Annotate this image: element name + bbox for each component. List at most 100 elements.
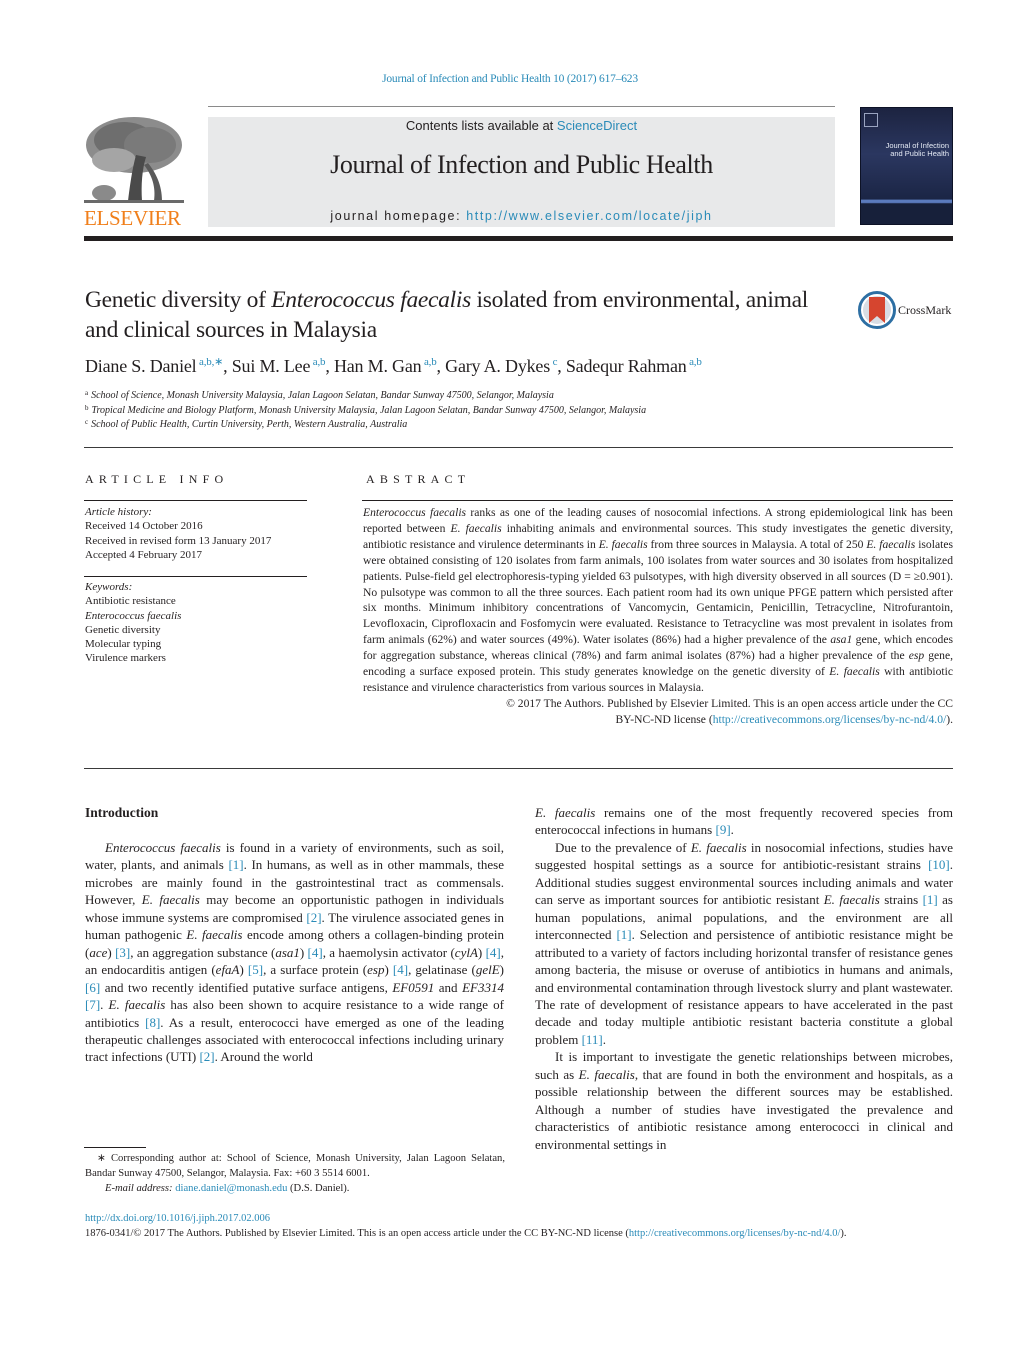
italic-term: cylA bbox=[454, 944, 478, 960]
citation-link[interactable]: [1] bbox=[923, 892, 938, 907]
masthead-rule bbox=[84, 236, 953, 241]
elsevier-wordmark: ELSEVIER bbox=[84, 206, 181, 230]
affiliation-marker[interactable]: a,b bbox=[310, 356, 326, 368]
elsevier-tree-icon bbox=[84, 115, 184, 205]
keyword-item: Antibiotic resistance bbox=[85, 595, 176, 608]
italic-term: asa1 bbox=[275, 944, 300, 960]
citation-link[interactable]: [2] bbox=[199, 1049, 214, 1064]
italic-term: E. faecalis bbox=[823, 892, 880, 908]
text-run: remains one of the most frequently recov… bbox=[535, 805, 953, 838]
crossmark-button[interactable]: CrossMark bbox=[858, 291, 958, 331]
affiliation-key: a bbox=[85, 389, 89, 397]
citation-link[interactable]: [9] bbox=[716, 822, 731, 837]
header-rule bbox=[208, 106, 835, 107]
journal-banner: Contents lists available at ScienceDirec… bbox=[208, 117, 835, 227]
affiliation-marker[interactable]: a,b bbox=[687, 356, 702, 368]
contents-line: Contents lists available at ScienceDirec… bbox=[208, 118, 835, 133]
italic-term: esp bbox=[908, 649, 925, 663]
text-run: . Around the world bbox=[214, 1049, 313, 1065]
author-name[interactable]: Han M. Gan bbox=[334, 356, 422, 376]
section-rule bbox=[84, 768, 953, 769]
body-column-left: Enterococcus faecalis is found in a vari… bbox=[85, 839, 504, 1066]
text-run: , an aggregation substance ( bbox=[130, 944, 276, 960]
homepage-link[interactable]: http://www.elsevier.com/locate/jiph bbox=[466, 209, 712, 223]
citation-link[interactable]: [4] bbox=[486, 945, 501, 960]
citation-link[interactable]: [10] bbox=[928, 857, 950, 872]
copyright-text: ). bbox=[946, 712, 953, 726]
affiliation-list: a School of Science, Monash University Ma… bbox=[85, 389, 945, 433]
email-link[interactable]: diane.daniel@monash.edu bbox=[175, 1183, 287, 1194]
author-name[interactable]: Gary A. Dykes bbox=[445, 356, 550, 376]
elsevier-logo[interactable]: ELSEVIER bbox=[84, 115, 184, 230]
citation-link[interactable]: [2] bbox=[306, 910, 321, 925]
cover-emblem-icon bbox=[864, 113, 878, 127]
text-run: ) bbox=[477, 944, 486, 960]
sciencedirect-link[interactable]: ScienceDirect bbox=[557, 118, 637, 133]
journal-cover-image[interactable]: Journal of Infection and Public Health bbox=[860, 107, 953, 225]
text-run: , a surface protein ( bbox=[263, 962, 368, 978]
italic-term: E. faecalis bbox=[108, 997, 166, 1013]
author-separator: , bbox=[223, 356, 232, 376]
citation-link[interactable]: [4] bbox=[308, 945, 323, 960]
history-item: Received in revised form 13 January 2017 bbox=[85, 534, 272, 547]
citation-link[interactable]: [3] bbox=[115, 945, 130, 960]
citation-link[interactable]: [4] bbox=[393, 962, 408, 977]
keyword-item: Genetic diversity bbox=[85, 623, 161, 636]
cover-title: Journal of Infection and Public Health bbox=[874, 142, 949, 158]
license-link[interactable]: http://creativecommons.org/licenses/by-n… bbox=[629, 1228, 841, 1239]
info-rule bbox=[84, 500, 307, 501]
text-run: and bbox=[434, 979, 463, 995]
author-name[interactable]: Diane S. Daniel bbox=[85, 356, 197, 376]
footnote-rule bbox=[84, 1147, 146, 1148]
author-name[interactable]: Sui M. Lee bbox=[232, 356, 311, 376]
italic-term: EF3314 bbox=[462, 979, 504, 995]
citation-link[interactable]: [11] bbox=[582, 1032, 603, 1047]
text-run: . Selection and persistence of antibioti… bbox=[535, 927, 954, 1047]
abstract-copyright: © 2017 The Authors. Published by Elsevie… bbox=[363, 696, 953, 728]
citation-link[interactable]: [5] bbox=[248, 962, 263, 977]
crossmark-icon bbox=[858, 291, 896, 329]
italic-term: gelE bbox=[475, 962, 500, 978]
footnote-marker: ∗ bbox=[97, 1153, 106, 1164]
citation-link[interactable]: [1] bbox=[616, 927, 631, 942]
affiliation-text: School of Public Health, Curtin Universi… bbox=[91, 419, 408, 430]
abstract-paragraph: Enterococcus faecalis ranks as one of th… bbox=[363, 505, 953, 696]
author-list: Diane S. Daniel a,b,∗, Sui M. Lee a,b, H… bbox=[85, 356, 945, 377]
italic-term: E. faecalis bbox=[450, 521, 502, 535]
affiliation-text: Tropical Medicine and Biology Platform, … bbox=[91, 404, 647, 416]
affiliation-item: a School of Science, Monash University Ma… bbox=[85, 389, 945, 404]
citation-link[interactable]: [6] bbox=[85, 980, 100, 995]
section-rule bbox=[84, 447, 953, 448]
contents-prefix: Contents lists available at bbox=[405, 118, 557, 133]
author-separator: , bbox=[436, 356, 446, 376]
affiliation-marker[interactable]: a,b bbox=[421, 356, 437, 368]
affiliation-marker[interactable]: a,b,∗ bbox=[196, 356, 223, 368]
affiliation-key: c bbox=[85, 418, 89, 426]
doi-link[interactable]: http://dx.doi.org/10.1016/j.jiph.2017.02… bbox=[85, 1213, 270, 1224]
body-paragraph: Enterococcus faecalis is found in a vari… bbox=[85, 839, 504, 1066]
text-run: , gelatinase ( bbox=[408, 962, 476, 978]
italic-term: Enterococcus faecalis bbox=[363, 506, 467, 519]
doi-block: http://dx.doi.org/10.1016/j.jiph.2017.02… bbox=[85, 1211, 954, 1241]
citation-link[interactable]: [8] bbox=[145, 1015, 160, 1030]
history-item: Accepted 4 February 2017 bbox=[85, 548, 202, 561]
italic-term: EF0591 bbox=[392, 979, 435, 995]
text-run: . bbox=[602, 1031, 607, 1047]
journal-name: Journal of Infection and Public Health bbox=[330, 150, 713, 179]
affiliation-item: b Tropical Medicine and Biology Platform,… bbox=[85, 404, 945, 419]
italic-term: esp bbox=[367, 962, 385, 978]
license-text: ). bbox=[840, 1228, 847, 1239]
author-separator: , bbox=[325, 356, 334, 376]
text-run: isolates were obtained consisting of 120… bbox=[363, 537, 953, 647]
italic-term: E. faecalis bbox=[535, 805, 596, 820]
homepage-line: journal homepage: http://www.elsevier.co… bbox=[208, 209, 835, 223]
abstract-body: Enterococcus faecalis ranks as one of th… bbox=[363, 505, 953, 728]
affiliation-item: c School of Public Health, Curtin Univers… bbox=[85, 418, 945, 433]
info-rule bbox=[84, 576, 307, 577]
citation-link[interactable]: [7] bbox=[85, 997, 100, 1012]
history-item: Received 14 October 2016 bbox=[85, 520, 203, 533]
citation-link[interactable]: [1] bbox=[228, 857, 243, 872]
license-link[interactable]: http://creativecommons.org/licenses/by-n… bbox=[713, 713, 947, 726]
author-name[interactable]: Sadequr Rahman bbox=[566, 356, 687, 376]
running-header: Journal of Infection and Public Health 1… bbox=[382, 73, 638, 85]
